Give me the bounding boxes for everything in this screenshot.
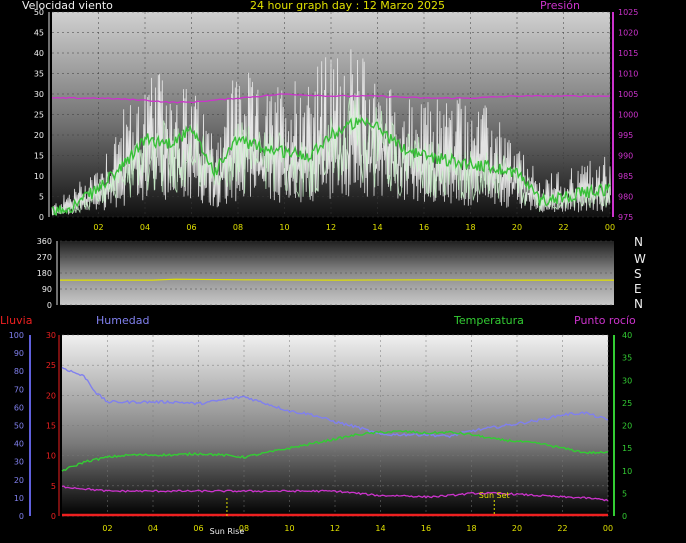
wind-x-tick-label: 14 <box>372 223 382 232</box>
temperature-y-tick-label: 20 <box>622 422 632 431</box>
wind-y-tick-label: 30 <box>34 90 44 99</box>
wind-x-tick-label: 16 <box>419 223 429 232</box>
wind-y-tick-label: 40 <box>34 49 44 58</box>
humidity-x-tick-label: 10 <box>284 524 294 533</box>
wind-x-tick-label: 08 <box>233 223 243 232</box>
rain-y-tick-label: 0 <box>51 512 56 521</box>
humidity-y-tick-label: 30 <box>14 458 24 467</box>
compass-n-bottom: N <box>634 297 643 311</box>
sun-set-label: Sun Set <box>479 491 510 500</box>
wind-y-tick-label: 35 <box>34 70 44 79</box>
wind-x-tick-label: 06 <box>186 223 196 232</box>
rain-y-tick-label: 25 <box>46 361 56 370</box>
humidity-x-tick-label: 00 <box>603 524 613 533</box>
pressure-y-tick-label: 1000 <box>618 111 638 120</box>
pressure-y-tick-label: 975 <box>618 213 633 222</box>
wind-y-tick-label: 50 <box>34 8 44 17</box>
humidity-y-tick-label: 90 <box>14 349 24 358</box>
temperature-y-tick-label: 40 <box>622 331 632 340</box>
temperature-y-tick-label: 0 <box>622 512 627 521</box>
pressure-y-tick-label: 1015 <box>618 49 638 58</box>
rain-y-tick-label: 30 <box>46 331 56 340</box>
wind-y-tick-label: 25 <box>34 111 44 120</box>
humidity-x-tick-label: 04 <box>148 524 158 533</box>
wind-y-tick-label: 45 <box>34 29 44 38</box>
compass-w: W <box>634 252 646 266</box>
wind-x-tick-label: 18 <box>465 223 475 232</box>
wind-x-tick-label: 12 <box>326 223 336 232</box>
wind-x-tick-label: 22 <box>558 223 568 232</box>
pressure-y-tick-label: 1020 <box>618 29 638 38</box>
wind-x-tick-label: 10 <box>279 223 289 232</box>
pressure-y-tick-label: 995 <box>618 131 633 140</box>
wind-y-tick-label: 0 <box>39 213 44 222</box>
pressure-y-tick-label: 990 <box>618 152 633 161</box>
rain-y-tick-label: 20 <box>46 391 56 400</box>
humidity-x-tick-label: 22 <box>557 524 567 533</box>
humidity-x-tick-label: 20 <box>512 524 522 533</box>
wind-x-tick-label: 00 <box>605 223 615 232</box>
direction-y-tick-label: 270 <box>37 253 52 262</box>
pressure-y-tick-label: 980 <box>618 193 633 202</box>
direction-y-tick-label: 0 <box>47 301 52 310</box>
humidity-x-tick-label: 14 <box>375 524 385 533</box>
humidity-y-tick-label: 70 <box>14 385 24 394</box>
wind-x-tick-label: 04 <box>140 223 150 232</box>
pressure-y-tick-label: 985 <box>618 172 633 181</box>
humidity-y-tick-label: 20 <box>14 476 24 485</box>
temperature-y-tick-label: 30 <box>622 376 632 385</box>
wind-x-tick-label: 02 <box>93 223 103 232</box>
compass-e: E <box>634 282 642 296</box>
wind-y-tick-label: 20 <box>34 131 44 140</box>
compass-s: S <box>634 267 642 281</box>
pressure-y-tick-label: 1005 <box>618 90 638 99</box>
humidity-x-tick-label: 16 <box>421 524 431 533</box>
pressure-y-tick-label: 1025 <box>618 8 638 17</box>
wind-y-tick-label: 15 <box>34 152 44 161</box>
compass-n-top: N <box>634 235 643 249</box>
direction-y-tick-label: 180 <box>37 269 52 278</box>
humidity-y-tick-label: 50 <box>14 422 24 431</box>
humidity-y-tick-label: 60 <box>14 403 24 412</box>
rain-y-tick-label: 15 <box>46 422 56 431</box>
direction-y-tick-label: 90 <box>42 285 52 294</box>
pressure-y-tick-label: 1010 <box>618 70 638 79</box>
humidity-x-tick-label: 12 <box>330 524 340 533</box>
humidity-x-tick-label: 18 <box>466 524 476 533</box>
humidity-y-tick-label: 80 <box>14 367 24 376</box>
direction-y-tick-label: 360 <box>37 237 52 246</box>
wind-y-tick-label: 10 <box>34 172 44 181</box>
humidity-x-tick-label: 06 <box>193 524 203 533</box>
temperature-y-tick-label: 25 <box>622 399 632 408</box>
temperature-y-tick-label: 5 <box>622 489 627 498</box>
temperature-y-tick-label: 10 <box>622 467 632 476</box>
sun-rise-label: Sun Rise <box>210 527 245 536</box>
humidity-y-tick-label: 40 <box>14 440 24 449</box>
humidity-y-tick-label: 10 <box>14 494 24 503</box>
humidity-x-tick-label: 02 <box>102 524 112 533</box>
temperature-y-tick-label: 35 <box>622 354 632 363</box>
humidity-y-tick-label: 100 <box>9 331 24 340</box>
wind-x-tick-label: 20 <box>512 223 522 232</box>
temperature-y-tick-label: 15 <box>622 444 632 453</box>
weather-charts: 0510152025303540455097598098599099510001… <box>9 8 639 536</box>
wind-y-tick-label: 5 <box>39 193 44 202</box>
rain-y-tick-label: 10 <box>46 452 56 461</box>
humidity-y-tick-label: 0 <box>19 512 24 521</box>
rain-y-tick-label: 5 <box>51 482 56 491</box>
